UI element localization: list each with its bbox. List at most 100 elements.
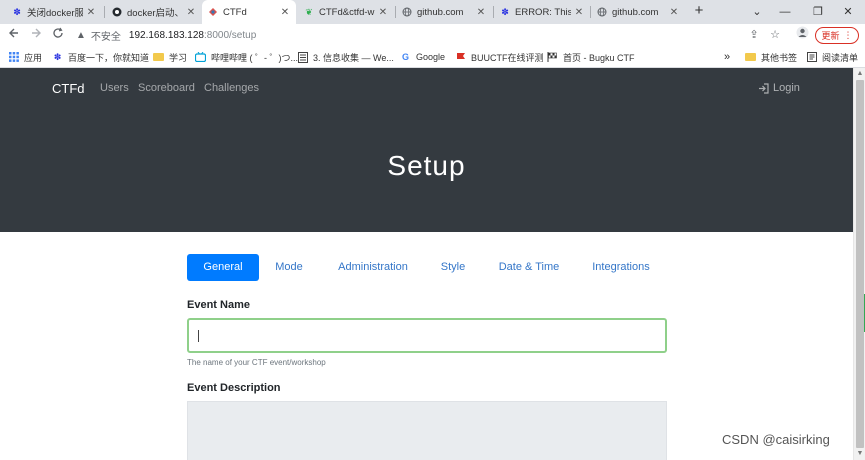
url-path: :8000/setup [203, 29, 257, 41]
text-caret [198, 330, 199, 342]
nav-link-users[interactable]: Users [100, 82, 129, 94]
github-icon [112, 7, 122, 17]
restore-button[interactable]: ❐ [801, 0, 835, 24]
browser-tab-3-active[interactable]: CTFd ✕ [202, 0, 296, 24]
nav-link-challenges[interactable]: Challenges [204, 82, 259, 94]
nav-link-scoreboard[interactable]: Scoreboard [138, 82, 195, 94]
browser-tab-2[interactable]: docker启动、 ✕ [106, 0, 202, 24]
minimize-button[interactable]: — [768, 0, 802, 24]
profile-avatar-icon[interactable] [793, 26, 811, 44]
google-icon: G [401, 52, 409, 62]
browser-toolbar: ▲ 不安全 192.168.183.128:8000/setup ⇪ ☆ 更新 … [0, 24, 865, 46]
other-bookmarks[interactable]: 其他书签 [745, 50, 797, 64]
browser-tab-title: github.com [417, 6, 464, 18]
folder-icon [745, 53, 756, 61]
brand-link[interactable]: CTFd [52, 81, 85, 96]
forward-button[interactable] [27, 26, 45, 44]
site-navbar: CTFd Users Scoreboard Challenges Login [0, 68, 853, 110]
browser-tab-strip: ✽ 关闭docker服务 ✕ docker启动、 ✕ CTFd ✕ ❦ CTFd… [0, 0, 865, 24]
baidu-paw-icon: ✽ [13, 7, 21, 17]
event-name-input[interactable] [187, 318, 667, 353]
scroll-up-icon[interactable]: ▲ [854, 68, 865, 80]
new-tab-button[interactable]: + [690, 2, 708, 20]
close-tab-icon[interactable]: ✕ [378, 7, 388, 18]
arrow-left-icon [9, 28, 18, 38]
browser-tab-6[interactable]: ✽ ERROR: This i ✕ [494, 0, 590, 24]
share-icon[interactable]: ⇪ [745, 26, 763, 44]
ctfd-icon [208, 7, 218, 17]
bookmark-label: 学习 [169, 52, 188, 63]
page-scrollbar[interactable]: ▲ ▼ [853, 68, 865, 460]
checkered-flag-icon [547, 52, 558, 63]
browser-tab-title: ERROR: This i [515, 6, 571, 18]
bookmark-label: 应用 [24, 52, 43, 63]
tab-date-time[interactable]: Date & Time [491, 254, 567, 281]
browser-tab-title: docker启动、 [127, 8, 183, 19]
bookmark-baidu[interactable]: ✽ 百度一下，你就知道 [52, 50, 149, 64]
browser-tab-1[interactable]: ✽ 关闭docker服务 ✕ [6, 0, 102, 24]
bookmark-google[interactable]: G Google [400, 50, 445, 64]
browser-tab-7[interactable]: github.com ✕ [591, 0, 685, 24]
back-button[interactable] [5, 26, 23, 44]
security-label: 不安全 [90, 31, 121, 43]
tab-style[interactable]: Style [433, 254, 473, 281]
bookmark-label: BUUCTF在线评测 [471, 52, 544, 63]
leaf-icon: ❦ [305, 7, 313, 17]
tab-general[interactable]: General [187, 254, 259, 281]
bookmark-buuctf[interactable]: BUUCTF在线评测 [455, 50, 544, 64]
bookmark-info-gathering[interactable]: 3. 信息收集 — We... [297, 50, 394, 64]
bookmarks-overflow-button[interactable]: » [724, 50, 730, 64]
close-tab-icon[interactable]: ✕ [186, 7, 196, 18]
globe-icon [402, 7, 412, 17]
login-label: Login [773, 82, 800, 94]
globe-icon [597, 7, 607, 17]
hero-banner: Setup [0, 110, 853, 232]
update-button[interactable]: 更新 ⋮ [815, 27, 859, 44]
browser-tab-title: 关闭docker服务 [27, 8, 83, 19]
baidu-paw-icon: ✽ [501, 7, 509, 17]
bookmark-label: 首页 - Bugku CTF [563, 52, 635, 63]
bookmark-label: 3. 信息收集 — We... [313, 52, 394, 63]
tab-administration[interactable]: Administration [329, 254, 417, 281]
reload-icon [53, 27, 63, 38]
warning-icon: ▲ [76, 29, 86, 41]
browser-tab-5[interactable]: github.com ✕ [396, 0, 492, 24]
browser-tab-title: github.com [612, 6, 659, 18]
update-label: 更新 [821, 31, 840, 41]
bookmark-folder-study[interactable]: 学习 [153, 50, 187, 64]
event-name-help: The name of your CTF event/workshop [187, 358, 326, 367]
tab-integrations[interactable]: Integrations [585, 254, 657, 281]
tab-divider [104, 6, 105, 18]
reading-list[interactable]: 阅读清单 [806, 50, 858, 64]
event-description-textarea[interactable] [187, 401, 667, 460]
reload-button[interactable] [49, 26, 67, 44]
bookmark-label: 哔哩哔哩 ( ゜- ゜)つ... [211, 52, 298, 63]
browser-tab-title: CTFd&ctfd-w [319, 6, 375, 18]
scroll-thumb[interactable] [856, 80, 864, 448]
sign-in-icon [759, 82, 769, 94]
bookmark-label: 百度一下，你就知道 [68, 52, 150, 63]
close-window-button[interactable]: ✕ [831, 0, 865, 24]
bookmark-apps[interactable]: 应用 [8, 50, 42, 64]
close-tab-icon[interactable]: ✕ [86, 7, 96, 18]
bookmark-bilibili[interactable]: 哔哩哔哩 ( ゜- ゜)つ... [195, 50, 298, 64]
csdn-watermark: CSDN @caisirking [722, 432, 830, 447]
browser-tab-title: CTFd [223, 6, 247, 18]
bilibili-tv-icon [195, 52, 206, 63]
bookmarks-bar: 应用 ✽ 百度一下，你就知道 学习 哔哩哔哩 ( ゜- ゜)つ... 3. 信息… [0, 46, 865, 68]
other-bookmarks-label: 其他书签 [761, 52, 798, 63]
login-link[interactable]: Login [758, 82, 800, 94]
reading-list-label: 阅读清单 [822, 52, 859, 63]
bookmark-star-icon[interactable]: ☆ [766, 26, 784, 44]
bookmark-bugku[interactable]: 首页 - Bugku CTF [547, 50, 635, 64]
address-bar[interactable]: ▲ 不安全 192.168.183.128:8000/setup [72, 25, 792, 45]
tab-mode[interactable]: Mode [267, 254, 311, 281]
browser-tab-4[interactable]: ❦ CTFd&ctfd-w ✕ [298, 0, 394, 24]
scroll-down-icon[interactable]: ▼ [854, 448, 865, 460]
close-tab-icon[interactable]: ✕ [574, 7, 584, 18]
close-tab-icon[interactable]: ✕ [280, 7, 290, 18]
page-title: Setup [387, 150, 466, 181]
close-tab-icon[interactable]: ✕ [669, 7, 679, 18]
close-tab-icon[interactable]: ✕ [476, 7, 486, 18]
apps-grid-icon [8, 52, 19, 63]
